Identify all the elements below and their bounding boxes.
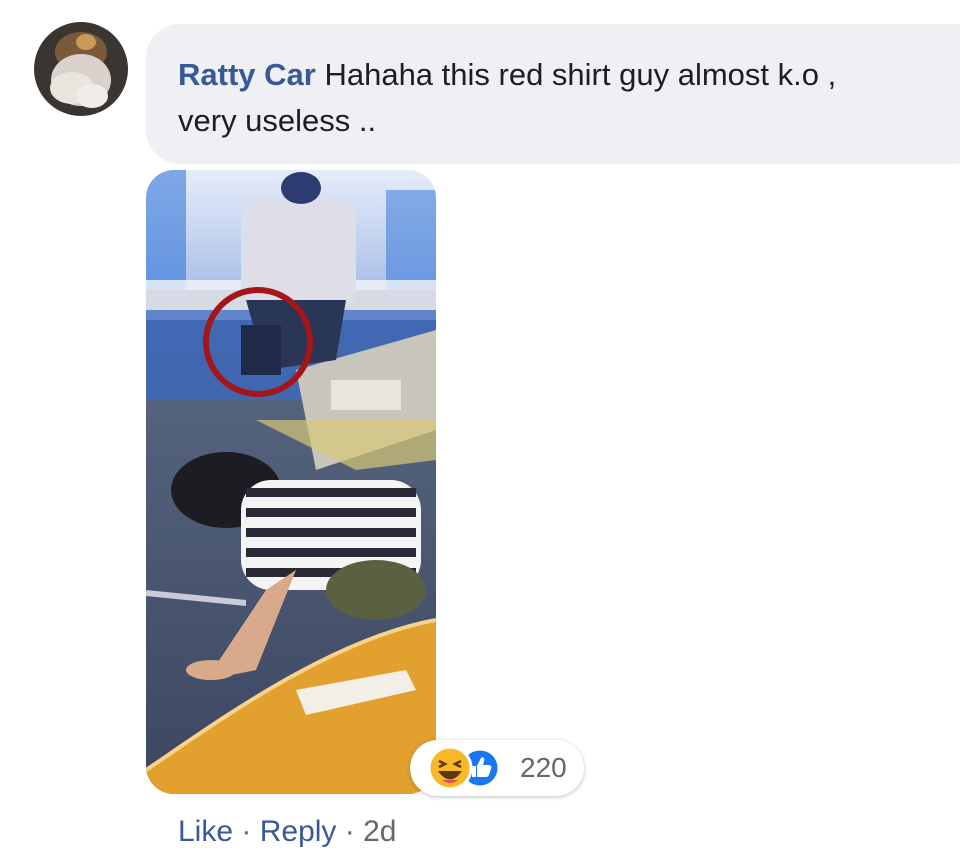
comment-attachment-image[interactable] bbox=[146, 170, 436, 794]
reactions-summary[interactable]: 220 bbox=[410, 740, 584, 796]
avatar-image bbox=[34, 22, 128, 116]
comment-author[interactable]: Ratty Car bbox=[178, 57, 316, 92]
comment-timestamp[interactable]: 2d bbox=[363, 815, 396, 848]
comment-bubble: Ratty Car Hahaha this red shirt guy almo… bbox=[146, 24, 960, 164]
comment-actions: Like · Reply · 2d bbox=[178, 812, 397, 852]
avatar[interactable] bbox=[34, 22, 128, 116]
reply-button[interactable]: Reply bbox=[260, 815, 337, 848]
separator: · bbox=[241, 815, 252, 848]
comment-screen: Ratty Car Hahaha this red shirt guy almo… bbox=[0, 0, 960, 864]
separator: · bbox=[344, 815, 355, 848]
haha-icon bbox=[427, 745, 473, 791]
reaction-count: 220 bbox=[520, 752, 567, 783]
reaction-icons bbox=[427, 745, 501, 791]
like-button[interactable]: Like bbox=[178, 815, 233, 848]
attachment-photo bbox=[146, 170, 436, 794]
